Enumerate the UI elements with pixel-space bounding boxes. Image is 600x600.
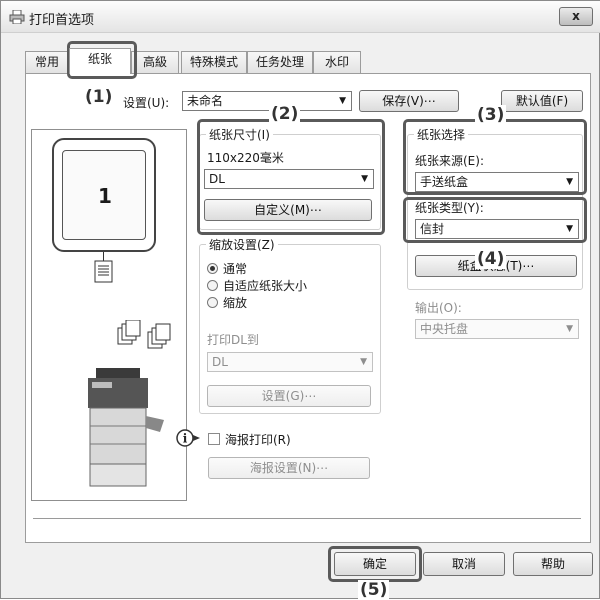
zoom-normal-label: 通常 [223, 262, 248, 276]
paper-type-label: 纸张类型(Y): [415, 201, 484, 215]
panel-divider [33, 518, 581, 519]
zoom-fit-label: 自适应纸张大小 [223, 279, 308, 293]
paper-size-dimension: 110x220毫米 [207, 151, 284, 165]
close-button[interactable]: x [559, 7, 593, 26]
callout-2: (2) [269, 104, 301, 124]
callout-1: (1) [83, 87, 115, 107]
default-button[interactable]: 默认值(F) [501, 90, 583, 112]
zoom-fit-radio[interactable] [207, 280, 218, 291]
zoom-settings-title: 缩放设置(Z) [206, 238, 278, 252]
print-preferences-window: 打印首选项 x 常用 纸张 高級 特殊模式 任务处理 水印 设置(U): 未命名… [0, 0, 600, 600]
print-to-label: 打印DL到 [207, 333, 259, 347]
cancel-button[interactable]: 取消 [423, 552, 505, 576]
paper-size-select[interactable]: DL ▼ [204, 169, 374, 189]
print-to-value: DL [212, 355, 228, 369]
callout-3: (3) [475, 105, 507, 125]
printer-icon [9, 10, 25, 24]
zoom-settings-button[interactable]: 设置(G)⋯ [207, 385, 371, 407]
info-icon: i [176, 429, 200, 447]
zoom-scale-label: 缩放 [223, 296, 248, 310]
document-icon [94, 260, 113, 283]
paper-size-value: DL [209, 172, 225, 186]
window-title: 打印首选项 [29, 13, 95, 28]
save-button[interactable]: 保存(V)⋯ [359, 90, 459, 112]
paper-source-value: 手送纸盒 [420, 175, 469, 189]
paper-size-title: 纸张尺寸(I) [206, 128, 273, 142]
preview-pane: 1 [31, 129, 187, 501]
page-preview-frame: 1 [52, 138, 156, 252]
tab-paper[interactable]: 纸张 [69, 48, 131, 74]
paper-selection-title: 纸张选择 [414, 128, 469, 142]
ok-button[interactable]: 确定 [334, 552, 416, 576]
print-to-select[interactable]: DL ▼ [207, 352, 373, 372]
tab-bar: 常用 纸张 高級 特殊模式 任务处理 水印 [1, 48, 600, 74]
settings-value: 未命名 [187, 94, 224, 108]
page-number: 1 [98, 184, 112, 208]
chevron-down-icon: ▼ [566, 324, 573, 334]
svg-text:i: i [183, 432, 188, 446]
tab-common[interactable]: 常用 [25, 51, 69, 73]
title-bar: 打印首选项 x [1, 1, 600, 33]
chevron-down-icon: ▼ [566, 177, 573, 187]
output-select[interactable]: 中央托盘 ▼ [415, 319, 579, 339]
chevron-down-icon: ▼ [361, 174, 368, 184]
paper-type-value: 信封 [420, 222, 445, 236]
copies-icon [117, 320, 171, 349]
poster-print-checkbox[interactable] [208, 433, 220, 445]
callout-4: (4) [475, 249, 507, 269]
paper-type-select[interactable]: 信封 ▼ [415, 219, 579, 239]
tab-watermark[interactable]: 水印 [313, 51, 361, 73]
zoom-scale-radio[interactable] [207, 297, 218, 308]
tab-special-modes[interactable]: 特殊模式 [181, 51, 247, 73]
paper-source-select[interactable]: 手送纸盒 ▼ [415, 172, 579, 192]
help-button[interactable]: 帮助 [513, 552, 593, 576]
chevron-down-icon: ▼ [360, 357, 367, 367]
copier-machine-icon [88, 368, 164, 487]
callout-5: (5) [358, 580, 390, 600]
poster-settings-button[interactable]: 海报设置(N)⋯ [208, 457, 370, 479]
custom-size-button[interactable]: 自定义(M)⋯ [204, 199, 372, 221]
tab-advanced[interactable]: 高級 [131, 51, 179, 73]
output-label: 输出(O): [415, 301, 462, 315]
zoom-normal-radio[interactable] [207, 263, 218, 274]
page-preview: 1 [62, 150, 146, 240]
paper-source-label: 纸张来源(E): [415, 154, 484, 168]
settings-label: 设置(U): [123, 96, 170, 110]
chevron-down-icon: ▼ [566, 224, 573, 234]
output-value: 中央托盘 [420, 322, 469, 336]
chevron-down-icon: ▼ [339, 96, 346, 106]
settings-select[interactable]: 未命名 ▼ [182, 91, 352, 111]
poster-print-label: 海报打印(R) [225, 433, 291, 447]
tab-job-handling[interactable]: 任务处理 [247, 51, 313, 73]
